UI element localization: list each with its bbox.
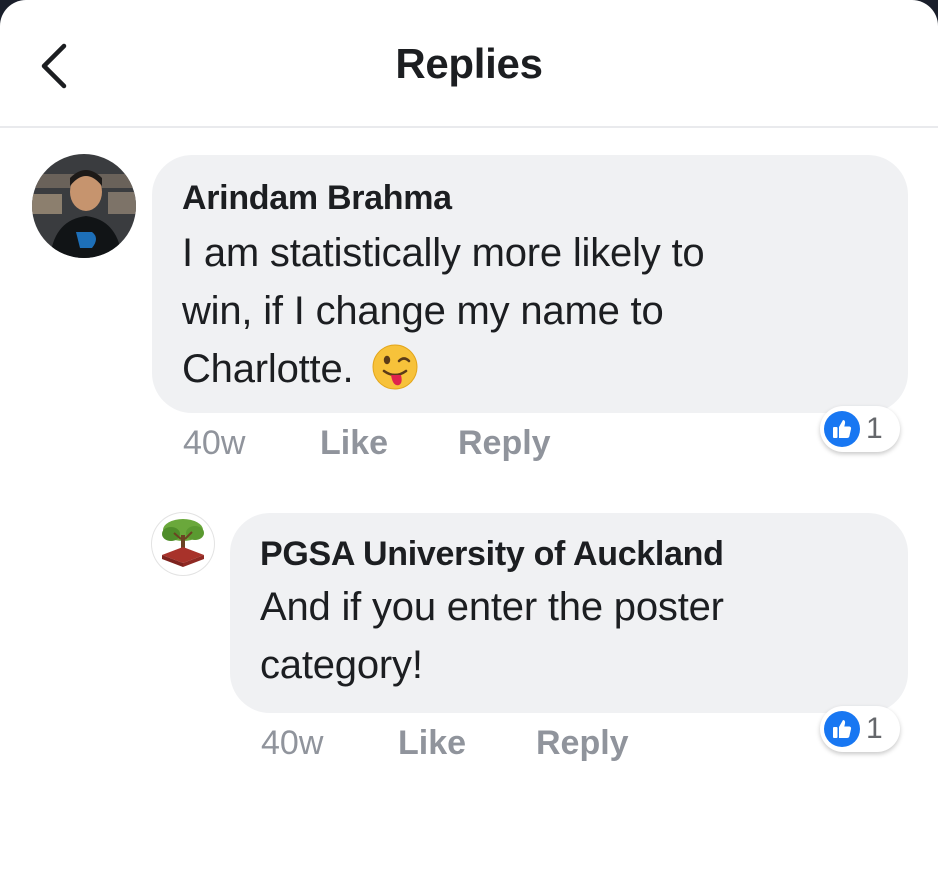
comment-author[interactable]: Arindam Brahma bbox=[182, 179, 908, 218]
comment-author[interactable]: PGSA University of Auckland bbox=[260, 535, 908, 574]
like-button[interactable]: Like bbox=[320, 424, 388, 463]
comment-text-line: category! bbox=[260, 643, 423, 687]
comment-text: I am statistically more likely to win, i… bbox=[182, 224, 908, 398]
thumbs-up-glyph bbox=[833, 420, 852, 438]
like-button[interactable]: Like bbox=[398, 724, 466, 763]
comment-text-line-wrap: Charlotte. bbox=[182, 340, 908, 398]
reply-button[interactable]: Reply bbox=[458, 424, 551, 463]
reply-button[interactable]: Reply bbox=[536, 724, 629, 763]
reaction-count: 1 bbox=[866, 712, 883, 745]
comment-bubble[interactable]: Arindam Brahma I am statistically more l… bbox=[152, 155, 908, 413]
reaction-badge[interactable]: 1 bbox=[820, 706, 900, 752]
reply-bubble[interactable]: PGSA University of Auckland And if you e… bbox=[230, 513, 908, 713]
winking-tongue-emoji bbox=[372, 344, 418, 390]
thumbs-up-icon bbox=[824, 711, 860, 747]
comment-text-line: win, if I change my name to bbox=[182, 289, 664, 333]
comment-text: And if you enter the poster category! bbox=[260, 578, 908, 694]
comment-timestamp: 40w bbox=[183, 424, 246, 462]
avatar[interactable] bbox=[32, 154, 136, 258]
thumbs-up-glyph bbox=[833, 720, 852, 738]
comment-text-line: Charlotte. bbox=[182, 347, 354, 391]
comment-meta: 40w Like Reply bbox=[261, 724, 761, 768]
thumbs-up-icon bbox=[824, 411, 860, 447]
comment-meta: 40w Like Reply bbox=[183, 424, 683, 468]
reaction-count: 1 bbox=[866, 412, 883, 445]
comment-timestamp: 40w bbox=[261, 724, 324, 762]
comment-text-line: I am statistically more likely to bbox=[182, 231, 705, 275]
replies-screen: Replies Arindam Brahma I am statisticall… bbox=[0, 0, 938, 875]
page-title: Replies bbox=[395, 40, 543, 87]
tree-logo bbox=[162, 519, 204, 567]
comment-text-line: And if you enter the poster bbox=[260, 585, 724, 629]
user-photo bbox=[32, 154, 136, 258]
reaction-badge[interactable]: 1 bbox=[820, 406, 900, 452]
header-bar: Replies bbox=[0, 0, 938, 128]
avatar[interactable] bbox=[152, 513, 214, 575]
